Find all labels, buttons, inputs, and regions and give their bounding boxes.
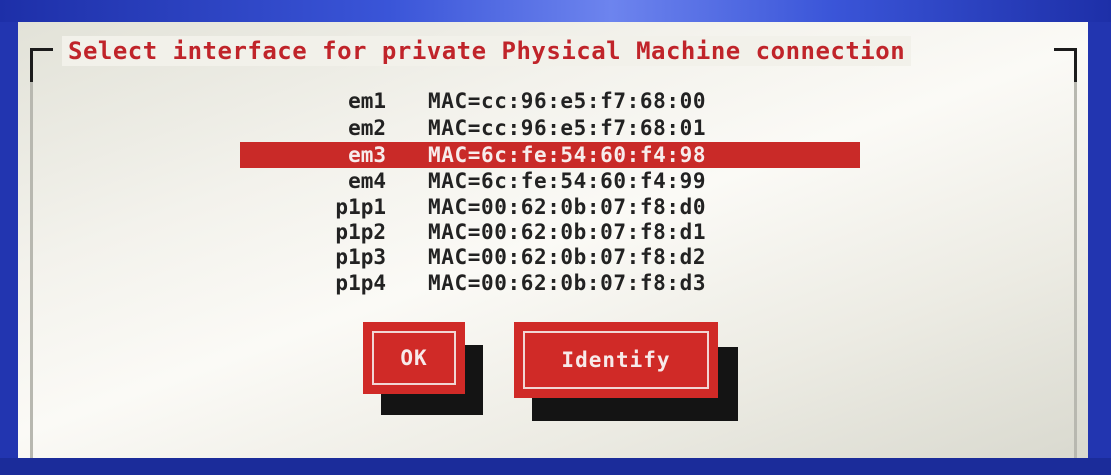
interface-mac-address: MAC=6c:fe:54:60:f4:98 (428, 143, 707, 167)
ok-button[interactable]: OK (363, 322, 465, 394)
interface-name: em4 (348, 169, 386, 193)
identify-button[interactable]: Identify (514, 322, 718, 398)
screen-bottom-border (0, 458, 1111, 475)
dialog-frame-corner-right (1054, 48, 1077, 85)
interface-row-p1p2[interactable]: p1p2 MAC=00:62:0b:07:f8:d1 (240, 219, 860, 245)
interface-mac-address: MAC=00:62:0b:07:f8:d2 (428, 245, 707, 269)
interface-row-p1p3[interactable]: p1p3 MAC=00:62:0b:07:f8:d2 (240, 244, 860, 270)
interface-mac-address: MAC=6c:fe:54:60:f4:99 (428, 169, 707, 193)
interface-name: em1 (348, 89, 386, 113)
interface-row-em2[interactable]: em2 MAC=cc:96:e5:f7:68:01 (240, 115, 860, 141)
interface-row-em1[interactable]: em1 MAC=cc:96:e5:f7:68:00 (240, 88, 860, 114)
interface-name: p1p4 (335, 271, 386, 295)
screen-right-border (1088, 22, 1111, 475)
dialog-frame-right (1074, 82, 1077, 458)
interface-name: p1p3 (335, 245, 386, 269)
dialog-frame-corner-left (30, 48, 53, 85)
identify-button-label: Identify (561, 348, 671, 372)
interface-row-em4[interactable]: em4 MAC=6c:fe:54:60:f4:99 (240, 168, 860, 194)
interface-mac-address: MAC=cc:96:e5:f7:68:00 (428, 89, 707, 113)
interface-row-p1p4[interactable]: p1p4 MAC=00:62:0b:07:f8:d3 (240, 270, 860, 296)
screen-top-border (0, 0, 1111, 22)
interface-row-p1p1[interactable]: p1p1 MAC=00:62:0b:07:f8:d0 (240, 194, 860, 220)
interface-mac-address: MAC=cc:96:e5:f7:68:01 (428, 116, 707, 140)
interface-name: em2 (348, 116, 386, 140)
interface-row-em3[interactable]: em3 MAC=6c:fe:54:60:f4:98 (240, 142, 860, 168)
interface-mac-address: MAC=00:62:0b:07:f8:d3 (428, 271, 707, 295)
interface-name: p1p1 (335, 195, 386, 219)
interface-mac-address: MAC=00:62:0b:07:f8:d0 (428, 195, 707, 219)
interface-select-dialog: Select interface for private Physical Ma… (18, 22, 1088, 458)
screen-left-border (0, 22, 18, 475)
interface-name: em3 (348, 143, 386, 167)
dialog-frame-left (30, 82, 33, 458)
ok-button-label: OK (400, 346, 428, 370)
interface-name: p1p2 (335, 220, 386, 244)
dialog-title: Select interface for private Physical Ma… (62, 36, 912, 66)
interface-mac-address: MAC=00:62:0b:07:f8:d1 (428, 220, 707, 244)
